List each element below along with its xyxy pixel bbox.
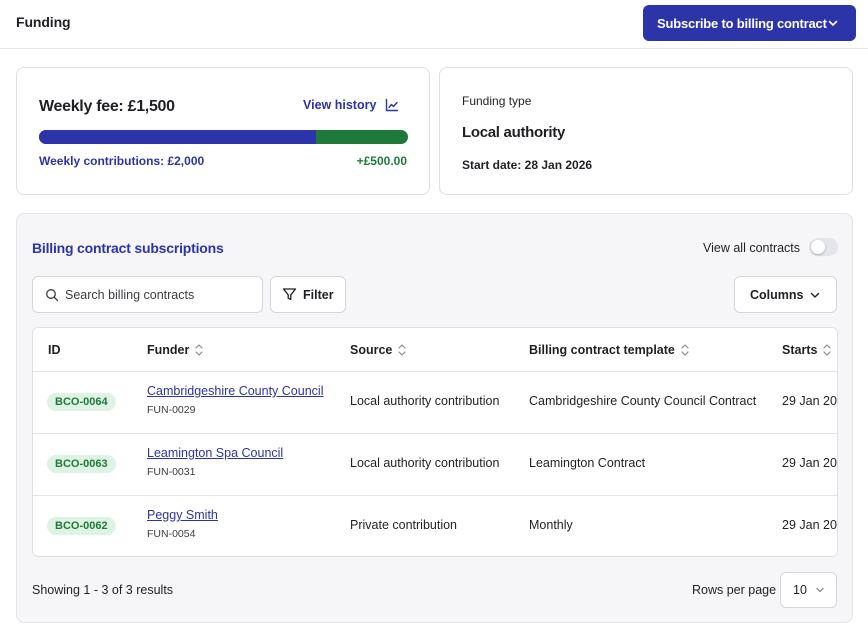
- sort-icon: [823, 344, 832, 356]
- view-all-contracts-toggle[interactable]: [809, 238, 838, 256]
- source-cell: Local authority contribution: [350, 456, 500, 470]
- filter-label: Filter: [303, 287, 334, 302]
- view-history-link[interactable]: View history: [303, 98, 399, 112]
- starts-cell: 29 Jan 20: [782, 456, 837, 470]
- weekly-fee-card: Weekly fee: £1,500 View history Weekly c…: [16, 67, 430, 195]
- subscription-id-badge: BCO-0062: [47, 517, 116, 535]
- funder-link[interactable]: Leamington Spa Council: [147, 446, 283, 460]
- source-cell: Private contribution: [350, 518, 458, 532]
- sort-icon: [398, 344, 406, 356]
- line-chart-icon: [386, 98, 399, 112]
- source-cell: Local authority contribution: [350, 394, 500, 408]
- results-summary: Showing 1 - 3 of 3 results: [32, 583, 174, 597]
- page-title: Funding: [16, 14, 71, 30]
- rows-per-page-select[interactable]: 10: [780, 572, 837, 608]
- view-history-label: View history: [303, 98, 377, 112]
- funder-link[interactable]: Cambridgeshire County Council: [147, 384, 323, 398]
- funding-type-value: Local authority: [462, 124, 566, 141]
- filter-icon: [282, 288, 297, 301]
- subscription-id-badge: BCO-0063: [47, 455, 116, 473]
- template-cell: Monthly: [529, 518, 573, 532]
- chevron-down-icon: [816, 587, 824, 593]
- chevron-down-icon: [810, 292, 820, 298]
- template-cell: Leamington Contract: [529, 456, 646, 470]
- subscriptions-table: ID Funder Source Billing contract templa…: [32, 327, 838, 557]
- subscribe-button[interactable]: Subscribe to billing contract: [643, 5, 856, 41]
- table-row: BCO-0064 Cambridgeshire County Council F…: [33, 372, 837, 434]
- column-header-source[interactable]: Source: [350, 343, 407, 357]
- fee-progress-fill: [39, 130, 316, 144]
- subscribe-button-label: Subscribe to billing contract: [657, 15, 827, 31]
- toggle-knob: [811, 240, 825, 254]
- sort-icon: [195, 344, 203, 356]
- columns-label: Columns: [750, 287, 804, 302]
- table-row: BCO-0062 Peggy Smith FUN-0054 Private co…: [33, 496, 837, 556]
- weekly-fee-title: Weekly fee: £1,500: [39, 98, 175, 115]
- columns-button[interactable]: Columns: [734, 276, 837, 313]
- subscriptions-title: Billing contract subscriptions: [32, 240, 224, 256]
- funding-type-card: Funding type Local authority Start date:…: [439, 67, 853, 195]
- table-row: BCO-0063 Leamington Spa Council FUN-0031…: [33, 434, 837, 496]
- surplus-amount: +£500.00: [356, 154, 407, 168]
- search-input[interactable]: [65, 287, 245, 302]
- table-header: ID Funder Source Billing contract templa…: [33, 328, 837, 372]
- rows-per-page-value: 10: [793, 583, 807, 597]
- top-bar: Funding Subscribe to billing contract: [0, 0, 868, 49]
- funding-type-label: Funding type: [462, 94, 532, 108]
- view-all-contracts-label: View all contracts: [703, 241, 801, 255]
- template-cell: Cambridgeshire County Council Contract: [529, 394, 757, 408]
- chevron-down-icon: [828, 20, 838, 26]
- sort-icon: [681, 344, 689, 356]
- column-header-starts[interactable]: Starts: [782, 343, 832, 357]
- subscriptions-panel: Billing contract subscriptions View all …: [16, 213, 853, 623]
- starts-cell: 29 Jan 20: [782, 394, 837, 408]
- starts-cell: 29 Jan 20: [782, 518, 837, 532]
- column-header-template[interactable]: Billing contract template: [529, 343, 690, 357]
- rows-per-page-label: Rows per page: [692, 583, 777, 597]
- column-header-funder[interactable]: Funder: [147, 343, 204, 357]
- search-box: [32, 276, 263, 313]
- weekly-contributions: Weekly contributions: £2,000: [39, 154, 205, 168]
- funder-link[interactable]: Peggy Smith: [147, 508, 218, 522]
- funder-code: FUN-0031: [147, 466, 196, 478]
- search-icon: [46, 288, 59, 301]
- subscription-id-badge: BCO-0064: [47, 393, 116, 411]
- contribution-progress-bar: [39, 130, 408, 144]
- filter-button[interactable]: Filter: [270, 276, 346, 313]
- start-date: Start date: 28 Jan 2026: [462, 158, 593, 172]
- column-header-id: ID: [48, 343, 61, 357]
- funder-code: FUN-0054: [147, 528, 196, 540]
- funder-code: FUN-0029: [147, 404, 196, 416]
